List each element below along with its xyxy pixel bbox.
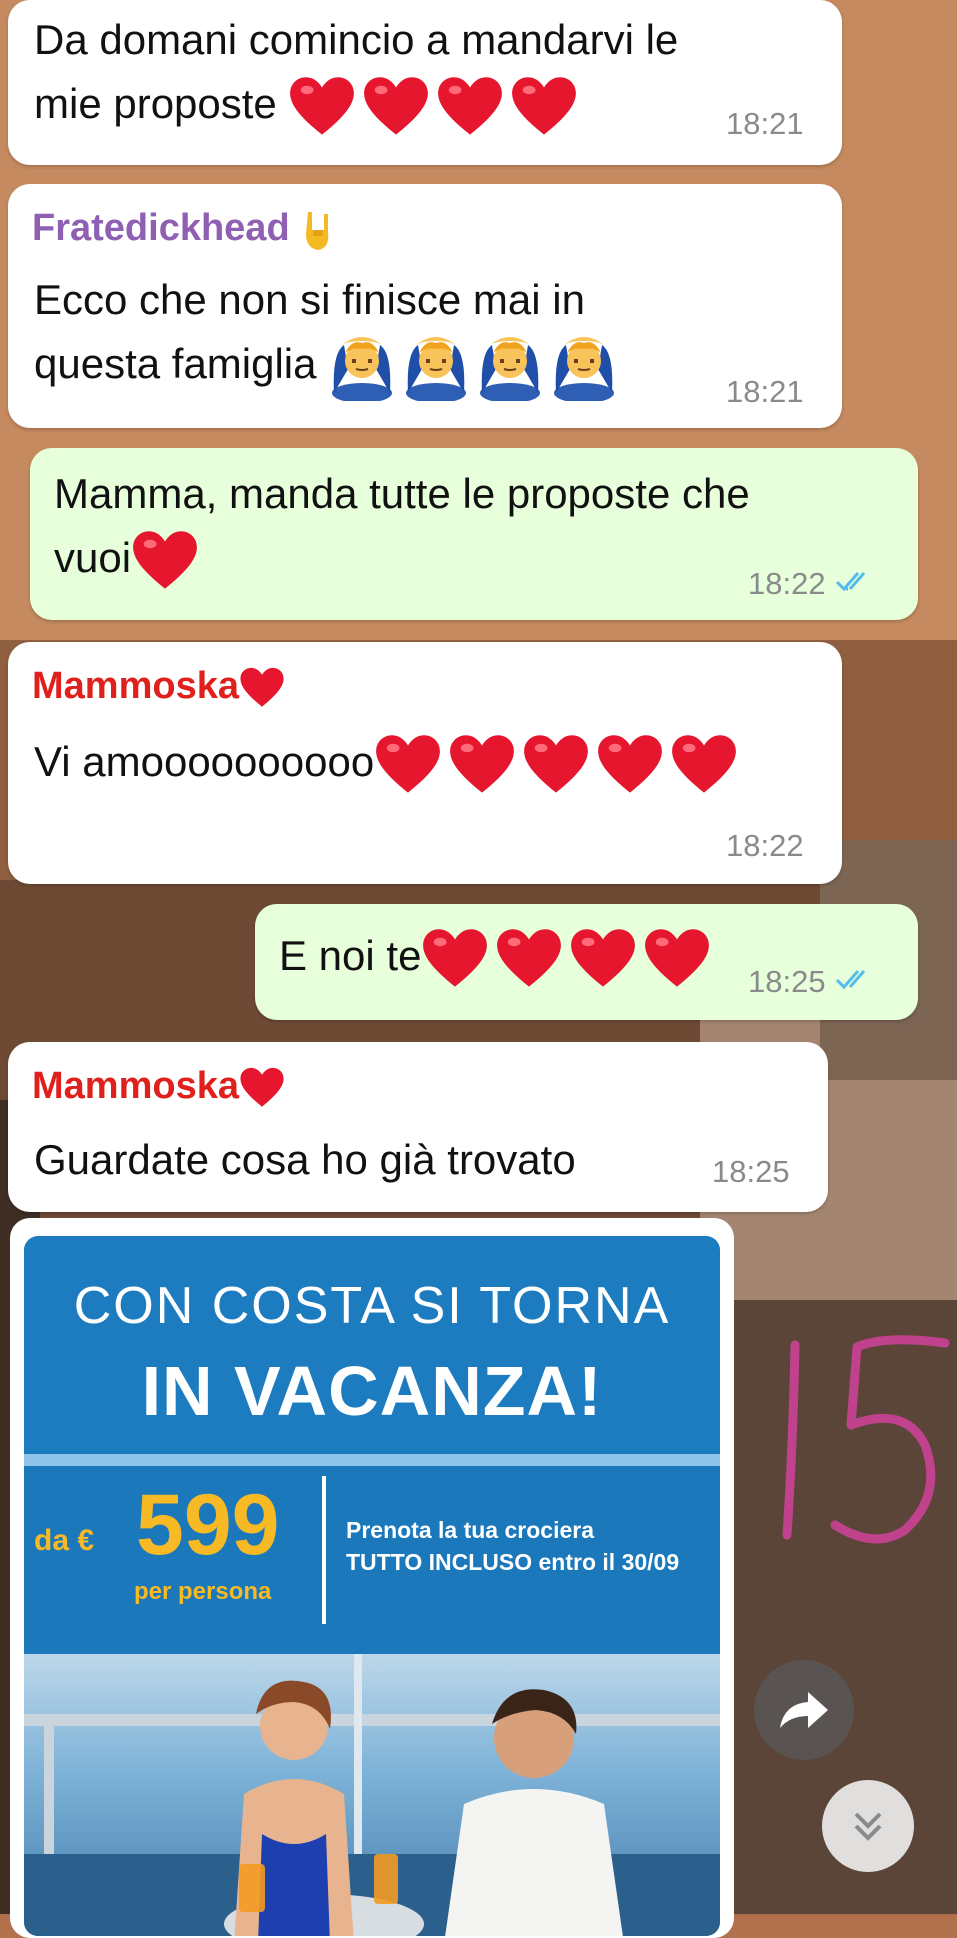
promo-image[interactable]: CON COSTA SI TORNA IN VACANZA! da € 599 …	[24, 1236, 720, 1936]
promo-headline-line1: CON COSTA SI TORNA	[73, 1277, 671, 1335]
heart-emoji	[645, 929, 710, 987]
handwritten-annotation	[782, 1335, 950, 1544]
heart-emoji	[672, 735, 737, 793]
message-text: Vi amoooooooooo	[34, 730, 738, 799]
heart-emoji-group	[288, 73, 578, 141]
heart-emoji-group	[131, 527, 199, 595]
scroll-to-bottom-button[interactable]	[822, 1780, 914, 1872]
heart-emoji	[438, 77, 503, 135]
facepalm-person-emoji	[332, 336, 393, 401]
heart-emoji	[239, 1065, 285, 1107]
message-bubble-incoming[interactable]: Da domani comincio a mandarvi le mie pro…	[8, 0, 842, 165]
sender-name[interactable]: Mammoska	[32, 664, 285, 711]
share-forward-icon	[780, 1692, 828, 1728]
price-note: Prenota la tua crociera TUTTO INCLUSO en…	[346, 1517, 680, 1575]
forward-button[interactable]	[754, 1660, 854, 1760]
heart-emoji	[497, 929, 562, 987]
message-text: Guardate cosa ho già trovato	[34, 1136, 576, 1183]
heart-emoji-group	[374, 731, 738, 799]
message-time: 18:22	[726, 828, 804, 863]
heart-emoji	[376, 735, 441, 793]
message-bubble-incoming[interactable]: Mammoska Vi amoooooooooo 18:22	[8, 642, 842, 884]
scroll-down-icon	[854, 1812, 882, 1841]
message-text: Mamma, manda tutte le proposte che vuoi	[54, 462, 750, 595]
price-divider	[322, 1476, 326, 1624]
heart-emoji	[239, 665, 285, 707]
message-text: Ecco che non si finisce mai in questa fa…	[34, 268, 618, 401]
sender-name[interactable]: Fratedickhead	[32, 206, 340, 252]
message-time: 18:25	[748, 964, 880, 1000]
promo-price-block: da € 599 per persona Prenota la tua croc…	[24, 1466, 720, 1654]
double-check-icon	[834, 566, 880, 602]
heart-emoji	[598, 735, 663, 793]
facepalm-person-emoji	[554, 336, 615, 401]
heart-emoji	[512, 77, 577, 135]
price-prefix: da €	[34, 1524, 95, 1557]
message-time: 18:25	[712, 1154, 790, 1189]
message-bubble-incoming[interactable]: Fratedickhead Ecco che non si finisce ma…	[8, 184, 842, 428]
facepalm-person-emoji	[480, 336, 541, 401]
message-bubble-outgoing[interactable]: E noi te 18:25	[255, 904, 918, 1020]
heart-emoji	[423, 929, 488, 987]
image-message[interactable]: CON COSTA SI TORNA IN VACANZA! da € 599 …	[10, 1218, 734, 1938]
message-bubble-outgoing[interactable]: Mamma, manda tutte le proposte che vuoi …	[30, 448, 918, 620]
promo-photo	[24, 1654, 720, 1936]
heart-emoji	[571, 929, 636, 987]
price-suffix: per persona	[134, 1578, 272, 1605]
message-time: 18:22	[748, 566, 880, 602]
message-time: 18:21	[726, 106, 804, 141]
message-bubble-incoming[interactable]: Mammoska Guardate cosa ho già trovato 18…	[8, 1042, 828, 1212]
heart-emoji	[364, 77, 429, 135]
heart-emoji	[290, 77, 355, 135]
double-check-icon	[834, 964, 880, 1000]
heart-emoji	[133, 531, 197, 589]
price-value: 599	[136, 1477, 280, 1573]
heart-emoji	[524, 735, 589, 793]
message-text: Da domani comincio a mandarvi le mie pro…	[34, 8, 678, 141]
promo-headline-line2: IN VACANZA!	[141, 1352, 603, 1430]
promo-divider-band	[24, 1454, 720, 1466]
facepalm-emoji-group	[328, 333, 618, 401]
sender-name[interactable]: Mammoska	[32, 1064, 285, 1111]
facepalm-person-emoji	[406, 336, 467, 401]
heart-emoji-group	[421, 925, 711, 993]
rock-on-emoji	[300, 207, 340, 250]
heart-emoji	[450, 735, 515, 793]
message-text: E noi te	[279, 924, 711, 993]
message-time: 18:21	[726, 374, 804, 409]
